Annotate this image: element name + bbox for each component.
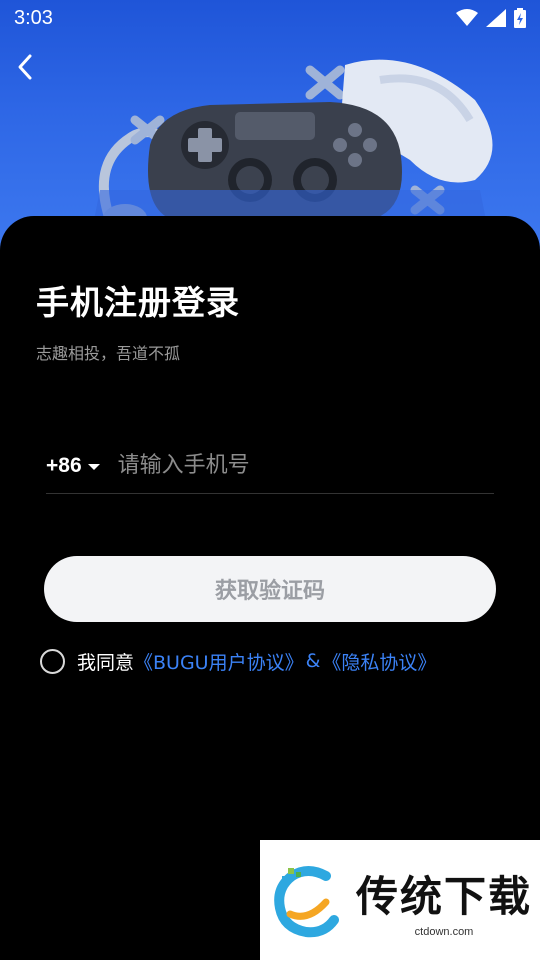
signal-icon (486, 9, 506, 27)
agreement-row: 我同意 《BUGU用户协议》 & 《隐私协议》 (40, 646, 436, 676)
country-code-selector[interactable]: +86 (46, 454, 100, 478)
watermark: 传统下载 ctdown.com (260, 840, 540, 960)
watermark-domain: ctdown.com (414, 925, 474, 938)
user-agreement-link[interactable]: 《BUGU用户协议》 (134, 648, 304, 675)
phone-input-row: +86 (46, 438, 494, 494)
page-title: 手机注册登录 (36, 283, 240, 322)
caret-down-icon (87, 463, 100, 470)
country-code-label: +86 (46, 453, 82, 477)
watermark-logo-icon (274, 866, 339, 938)
chevron-left-icon (18, 54, 32, 80)
battery-icon (514, 8, 526, 28)
status-time: 3:03 (14, 6, 53, 29)
status-icons (456, 8, 526, 28)
phone-input[interactable] (117, 453, 494, 478)
get-code-button[interactable]: 获取验证码 (44, 556, 496, 622)
back-button[interactable] (10, 50, 40, 84)
agree-prefix: 我同意 (77, 651, 135, 674)
page-subtitle: 志趣相投，吾道不孤 (36, 344, 181, 363)
watermark-title: 传统下载 (356, 871, 533, 921)
privacy-policy-link[interactable]: 《隐私协议》 (322, 648, 436, 675)
agreement-ampersand: & (305, 650, 321, 672)
wifi-icon (456, 9, 478, 26)
agree-radio[interactable] (40, 648, 65, 674)
hero-banner: 3:03 (0, 0, 540, 250)
status-bar: 3:03 (0, 0, 540, 36)
gamepad-illustration (90, 59, 493, 240)
watermark-text: 传统下载 ctdown.com (356, 863, 532, 938)
